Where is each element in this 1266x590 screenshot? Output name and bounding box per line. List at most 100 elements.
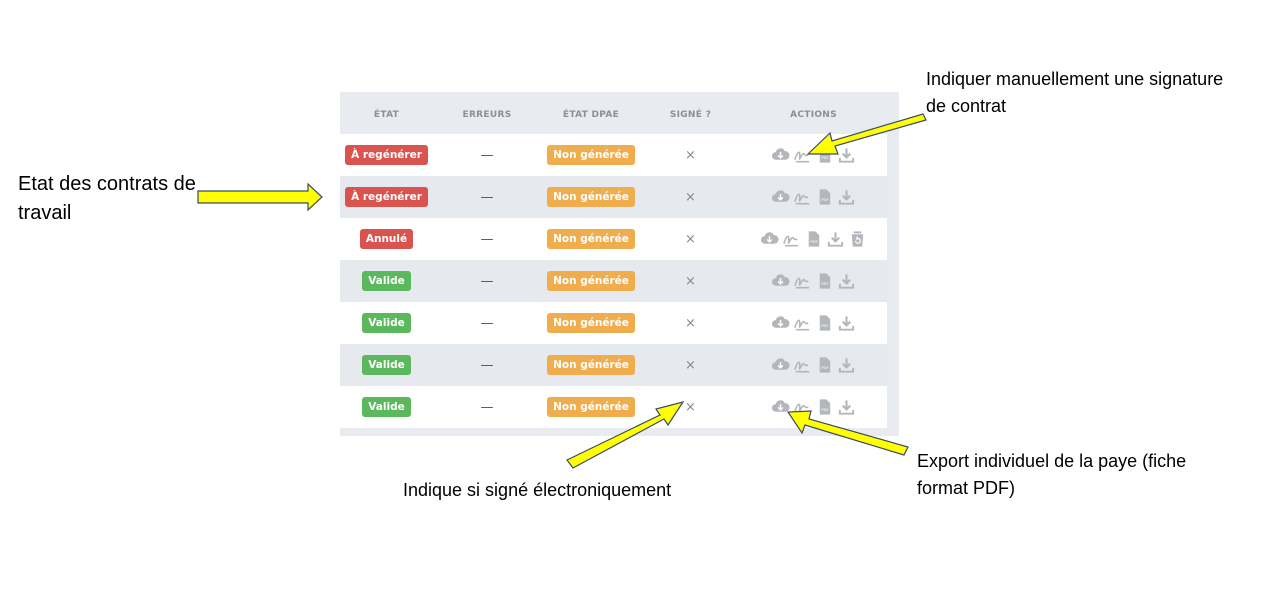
- svg-text:PDF: PDF: [821, 365, 828, 370]
- action-icons: PDF: [771, 272, 856, 290]
- cell-etat-dpae: Non générée: [541, 397, 641, 417]
- cell-erreurs: —: [433, 400, 541, 415]
- download-icon[interactable]: [837, 314, 856, 332]
- dpae-badge: Non générée: [547, 271, 635, 291]
- header-actions: ACTIONS: [790, 110, 837, 120]
- cell-etat-dpae: Non générée: [541, 187, 641, 207]
- etat-badge: Valide: [362, 355, 411, 375]
- header-etat-dpae[interactable]: ÉTAT DPAE: [541, 106, 641, 120]
- cell-etat-dpae: Non générée: [541, 271, 641, 291]
- table-row: Valide — Non générée × PDF: [340, 344, 887, 386]
- cell-actions: PDF: [740, 188, 887, 206]
- signe-cross-icon: ×: [685, 399, 696, 415]
- header-etat[interactable]: ÉTAT: [340, 106, 433, 120]
- annotation-signe-electronique: Indique si signé électroniquement: [403, 480, 672, 500]
- svg-text:PDF: PDF: [821, 407, 828, 412]
- cell-etat: Valide: [340, 355, 433, 375]
- action-icons: PDF: [760, 230, 867, 248]
- cloud-download-icon[interactable]: [771, 272, 790, 290]
- cell-actions: PDF: [740, 272, 887, 290]
- cell-erreurs: —: [433, 148, 541, 163]
- signe-cross-icon: ×: [685, 315, 696, 331]
- erreurs-value: —: [480, 399, 494, 415]
- signature-icon[interactable]: [793, 356, 812, 374]
- cell-actions: PDF: [740, 356, 887, 374]
- table-row: Valide — Non générée × PDF: [340, 386, 887, 428]
- table-row: À regénérer — Non générée × PDF: [340, 134, 887, 176]
- signature-icon[interactable]: [793, 314, 812, 332]
- trash-restore-icon[interactable]: [848, 230, 867, 248]
- table-header: ÉTAT ERREURS ÉTAT DPAE SIGNÉ ? ACTIONS: [340, 92, 887, 134]
- pdf-icon[interactable]: PDF: [815, 146, 834, 164]
- etat-badge: Valide: [362, 313, 411, 333]
- erreurs-value: —: [480, 147, 494, 163]
- erreurs-value: —: [480, 231, 494, 247]
- cell-signe: ×: [641, 148, 740, 163]
- pdf-icon[interactable]: PDF: [815, 314, 834, 332]
- action-icons: PDF: [771, 146, 856, 164]
- erreurs-value: —: [480, 189, 494, 205]
- download-icon[interactable]: [837, 356, 856, 374]
- cell-signe: ×: [641, 190, 740, 205]
- pdf-icon[interactable]: PDF: [815, 272, 834, 290]
- cloud-download-icon[interactable]: [771, 146, 790, 164]
- cell-actions: PDF: [740, 230, 887, 248]
- signature-icon[interactable]: [793, 188, 812, 206]
- header-signe[interactable]: SIGNÉ ?: [641, 106, 740, 120]
- signature-icon[interactable]: [793, 272, 812, 290]
- signature-icon[interactable]: [782, 230, 801, 248]
- download-icon[interactable]: [837, 398, 856, 416]
- erreurs-value: —: [480, 273, 494, 289]
- table-row: Annulé — Non générée × PDF: [340, 218, 887, 260]
- svg-text:PDF: PDF: [821, 197, 828, 202]
- etat-badge: Annulé: [359, 229, 414, 249]
- cell-etat-dpae: Non générée: [541, 313, 641, 333]
- download-icon[interactable]: [837, 272, 856, 290]
- cloud-download-icon[interactable]: [760, 230, 779, 248]
- erreurs-value: —: [480, 357, 494, 373]
- download-icon[interactable]: [837, 146, 856, 164]
- annotation-export-paye: Export individuel de la paye (fiche form…: [917, 451, 1187, 498]
- cell-erreurs: —: [433, 274, 541, 289]
- cell-signe: ×: [641, 232, 740, 247]
- etat-badge: À regénérer: [345, 145, 428, 165]
- cloud-download-icon[interactable]: [771, 356, 790, 374]
- cell-etat-dpae: Non générée: [541, 145, 641, 165]
- download-icon[interactable]: [826, 230, 845, 248]
- cell-signe: ×: [641, 400, 740, 415]
- cell-erreurs: —: [433, 190, 541, 205]
- erreurs-value: —: [480, 315, 494, 331]
- pdf-icon[interactable]: PDF: [815, 356, 834, 374]
- dpae-badge: Non générée: [547, 397, 635, 417]
- signature-icon[interactable]: [793, 398, 812, 416]
- svg-text:PDF: PDF: [821, 281, 828, 286]
- signe-cross-icon: ×: [685, 273, 696, 289]
- cell-etat: Valide: [340, 397, 433, 417]
- download-icon[interactable]: [837, 188, 856, 206]
- cell-etat: Valide: [340, 271, 433, 291]
- signe-cross-icon: ×: [685, 231, 696, 247]
- dpae-badge: Non générée: [547, 145, 635, 165]
- cell-actions: PDF: [740, 314, 887, 332]
- action-icons: PDF: [771, 398, 856, 416]
- cloud-download-icon[interactable]: [771, 398, 790, 416]
- header-erreurs[interactable]: ERREURS: [433, 106, 541, 120]
- pdf-icon[interactable]: PDF: [815, 398, 834, 416]
- table-row: Valide — Non générée × PDF: [340, 302, 887, 344]
- signature-icon[interactable]: [793, 146, 812, 164]
- cell-actions: PDF: [740, 398, 887, 416]
- cloud-download-icon[interactable]: [771, 314, 790, 332]
- cell-signe: ×: [641, 316, 740, 331]
- contracts-table: ÉTAT ERREURS ÉTAT DPAE SIGNÉ ? ACTIONS À…: [340, 92, 887, 428]
- etat-badge: Valide: [362, 397, 411, 417]
- annotation-etat-contrats: Etat des contrats de travail: [18, 173, 196, 224]
- action-icons: PDF: [771, 356, 856, 374]
- pdf-icon[interactable]: PDF: [804, 230, 823, 248]
- cloud-download-icon[interactable]: [771, 188, 790, 206]
- cell-etat: À regénérer: [340, 187, 433, 207]
- table-body: À regénérer — Non générée × PDF À regénérer — N…: [340, 134, 887, 428]
- cell-etat: Valide: [340, 313, 433, 333]
- pdf-icon[interactable]: PDF: [815, 188, 834, 206]
- etat-badge: À regénérer: [345, 187, 428, 207]
- cell-erreurs: —: [433, 358, 541, 373]
